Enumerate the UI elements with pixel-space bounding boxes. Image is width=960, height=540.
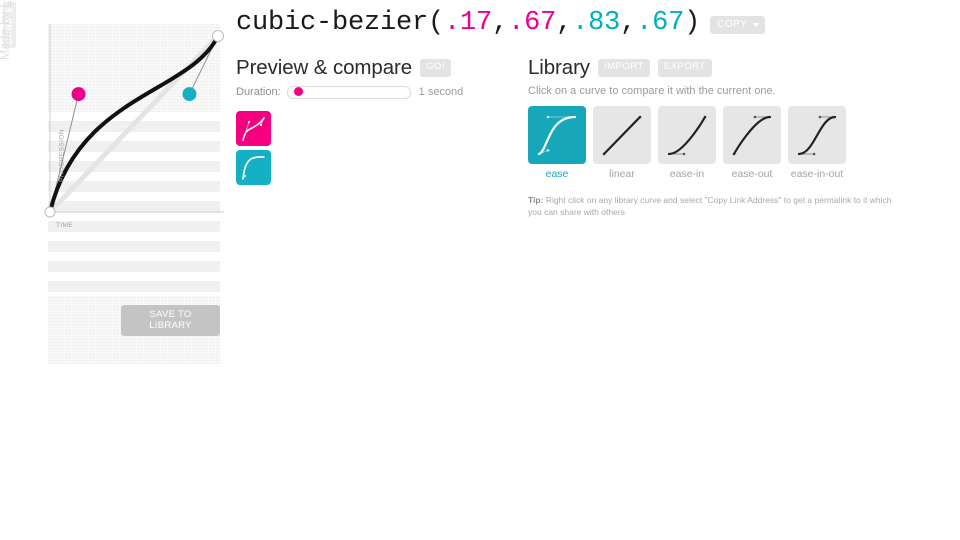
library-tip: Tip: Right click on any library curve an… (528, 194, 906, 219)
library-item-ease-out[interactable]: ease-out (723, 105, 781, 180)
library-tip-prefix: Tip: (528, 194, 544, 205)
library-label-ease-in-out: ease-in-out (790, 167, 844, 180)
go-button[interactable]: GO! (420, 59, 451, 78)
preview-curve-compare-icon (242, 155, 265, 180)
title-p1x: .17 (444, 8, 493, 38)
library-heading: Library (528, 56, 590, 79)
title-comma-2: , (556, 8, 573, 38)
chevron-down-icon (752, 22, 759, 27)
library-thumb-ease-in[interactable] (658, 105, 716, 164)
library-curve-ease-in (667, 115, 707, 155)
title-comma-1: , (492, 8, 509, 38)
title-p1y: .67 (508, 8, 557, 38)
author-link[interactable]: Lea Verou (0, 0, 12, 8)
library-thumb-ease-out[interactable] (723, 105, 781, 164)
duration-label: Duration: (236, 86, 281, 98)
export-button[interactable]: EXPORT (657, 59, 712, 78)
title-func-close: ) (684, 8, 701, 38)
library-tip-text: Right click on any library curve and sel… (528, 194, 892, 217)
credits-text: Made by Lea Verou with care ✳ About (0, 0, 12, 60)
library-list: ease linear ease-in ease-out ease-in-out (528, 105, 928, 180)
axis-label-time: TIME (56, 222, 74, 229)
copy-button[interactable]: COPY (710, 16, 765, 34)
title-bar: cubic-bezier(.17,.67,.83,.67) COPY (236, 8, 765, 38)
title-p2y: .67 (636, 8, 685, 38)
library-thumb-ease[interactable] (528, 105, 586, 164)
credits-prefix: Made by (0, 11, 12, 60)
library-curve-ease-out (732, 115, 772, 155)
curve-end-point[interactable] (212, 30, 224, 42)
library-item-ease-in-out[interactable]: ease-in-out (788, 105, 846, 180)
duration-row: Duration: 1 second (236, 85, 476, 99)
preview-square-compare[interactable] (236, 149, 271, 185)
save-to-library-button[interactable]: SAVE TO LIBRARY (121, 305, 220, 336)
preview-section: Preview & compare GO! Duration: 1 second (236, 56, 476, 189)
duration-value: 1 second (418, 86, 464, 98)
library-curve-ease (537, 115, 577, 155)
title-comma-3: , (620, 8, 637, 38)
duration-slider-thumb[interactable] (294, 86, 303, 96)
library-label-ease-out: ease-out (731, 167, 773, 180)
library-label-ease-in: ease-in (669, 167, 705, 180)
control-point-p1[interactable] (71, 87, 86, 102)
library-item-linear[interactable]: linear (593, 105, 651, 180)
duration-slider[interactable] (286, 85, 411, 99)
library-subtitle: Click on a curve to compare it with the … (528, 84, 776, 97)
preview-square-current[interactable] (236, 110, 271, 146)
library-section: Library IMPORT EXPORT Click on a curve t… (528, 56, 928, 219)
library-curve-ease-in-out (797, 115, 837, 155)
library-label-linear: linear (609, 167, 635, 180)
import-button[interactable]: IMPORT (597, 59, 650, 78)
library-label-ease: ease (545, 167, 569, 180)
credits-rail: DONATE Made by Lea Verou with care ✳ Abo… (0, 0, 24, 540)
title-p2x: .83 (572, 8, 621, 38)
library-header: Library IMPORT EXPORT (528, 56, 928, 79)
curve-start-point[interactable] (44, 206, 56, 218)
copy-button-label: COPY (717, 19, 748, 30)
cubic-bezier-title: cubic-bezier(.17,.67,.83,.67) (236, 8, 700, 38)
preview-curve-current-icon (242, 116, 265, 141)
curve-editor[interactable]: PROGRESSION TIME SAVE TO LIBRARY (44, 24, 224, 364)
preview-squares (236, 110, 476, 185)
title-func-open: cubic-bezier( (236, 8, 445, 38)
axis-label-progression: PROGRESSION (58, 129, 66, 182)
library-thumb-ease-in-out[interactable] (788, 105, 846, 164)
bezier-curve-svg[interactable] (44, 12, 228, 222)
preview-heading: Preview & compare (236, 56, 413, 79)
library-thumb-linear[interactable] (593, 105, 651, 164)
library-item-ease[interactable]: ease (528, 105, 586, 180)
preview-header: Preview & compare GO! (236, 56, 476, 79)
control-point-p2[interactable] (182, 87, 197, 102)
library-curve-linear (602, 115, 642, 155)
library-item-ease-in[interactable]: ease-in (658, 105, 716, 180)
